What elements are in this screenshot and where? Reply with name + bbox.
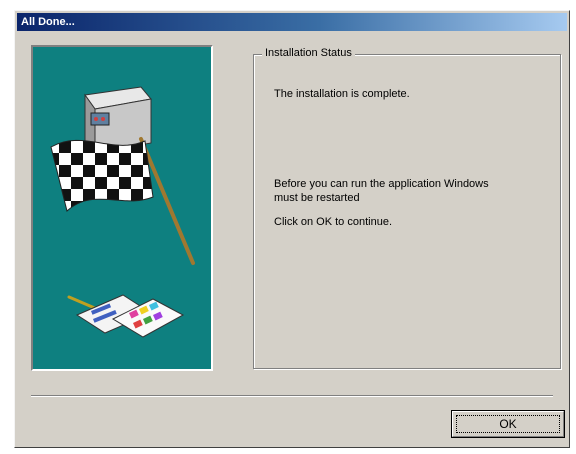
ok-button[interactable]: OK <box>451 410 565 438</box>
restart-notice-line1: Before you can run the application Windo… <box>274 178 489 190</box>
status-complete-text: The installation is complete. <box>274 88 410 100</box>
installation-status-group: Installation Status The installation is … <box>253 47 561 369</box>
flag-pole <box>139 137 195 265</box>
dialog-window: All Done... Installation Status The inst… <box>14 10 570 448</box>
title-bar[interactable]: All Done... <box>17 13 567 31</box>
group-label: Installation Status <box>262 47 355 59</box>
focus-rectangle <box>456 415 560 433</box>
checkered-flag-computer-icon <box>50 86 195 338</box>
separator-line <box>31 395 553 397</box>
setup-illustration <box>31 45 213 371</box>
window-title: All Done... <box>21 16 75 28</box>
continue-instruction: Click on OK to continue. <box>274 216 393 228</box>
documents-icon <box>67 294 185 338</box>
restart-notice-line2: must be restarted <box>274 192 360 204</box>
